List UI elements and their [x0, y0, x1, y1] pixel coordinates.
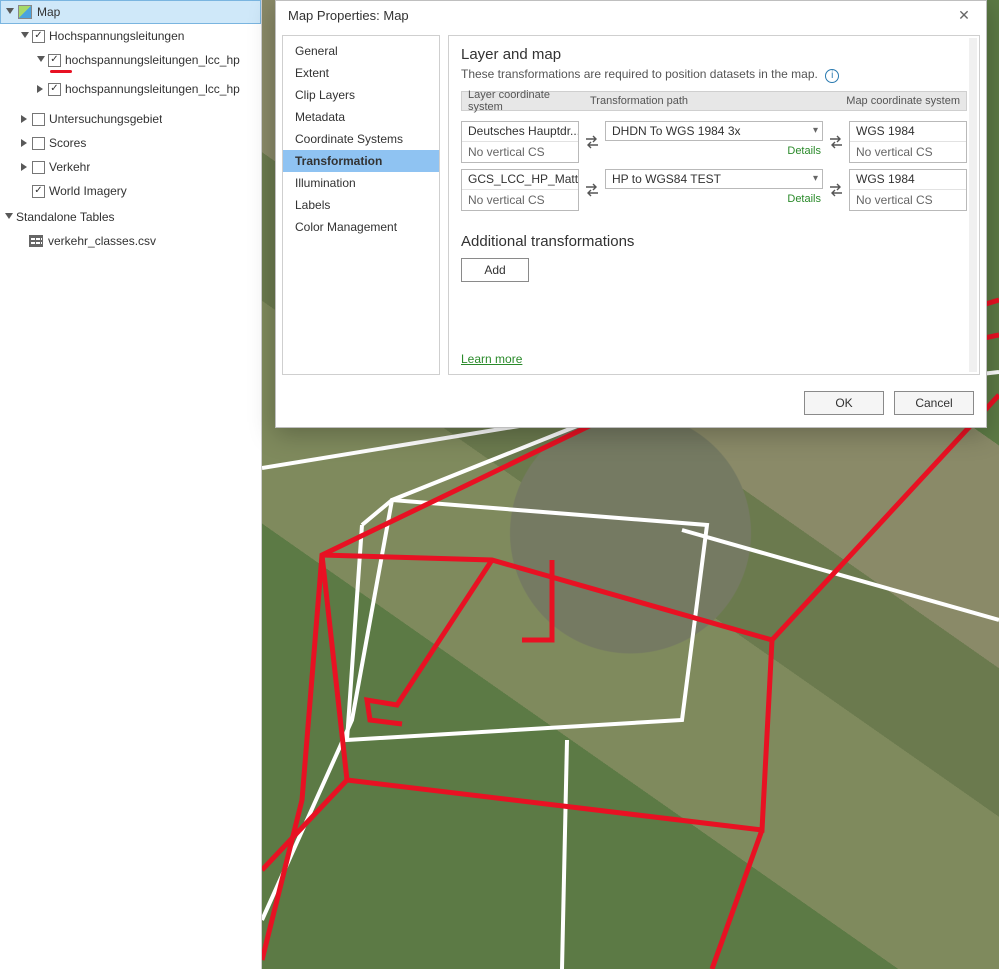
nav-item-clip-layers[interactable]: Clip Layers	[283, 84, 439, 106]
cancel-button[interactable]: Cancel	[894, 391, 974, 415]
map-icon	[17, 4, 33, 20]
col-header-layer: Layer coordinate system	[462, 89, 584, 113]
layer-label: Scores	[49, 136, 86, 150]
close-button[interactable]: ✕	[950, 4, 978, 26]
nav-item-general[interactable]: General	[283, 40, 439, 62]
dialog-content: Layer and map These transformations are …	[448, 35, 980, 375]
layer-label: hochspannungsleitungen_lcc_hp	[65, 53, 240, 67]
standalone-tables-label: Standalone Tables	[16, 210, 115, 224]
standalone-tables-header[interactable]: Standalone Tables	[0, 205, 261, 229]
nav-item-labels[interactable]: Labels	[283, 194, 439, 216]
caret-down-icon[interactable]	[20, 31, 30, 41]
transformation-path-select[interactable]: DHDN To WGS 1984 3x▾	[605, 121, 823, 141]
visibility-checkbox[interactable]	[48, 54, 61, 67]
close-icon: ✕	[958, 7, 970, 24]
layer-label: World Imagery	[49, 184, 127, 198]
layer-cs-name: Deutsches Hauptdr...	[462, 122, 578, 142]
transformation-path-select[interactable]: HP to WGS84 TEST▾	[605, 169, 823, 189]
transformation-row: Deutsches Hauptdr...No vertical CSDHDN T…	[461, 121, 967, 163]
visibility-checkbox[interactable]	[32, 185, 45, 198]
scrollbar[interactable]	[969, 38, 977, 372]
layer-vert-cs: No vertical CS	[462, 142, 578, 162]
dialog-button-row: OK Cancel	[276, 381, 986, 427]
layer-symbology-line	[50, 70, 72, 73]
chevron-down-icon: ▾	[813, 125, 818, 136]
layer-label: Hochspannungsleitungen	[49, 29, 184, 43]
swap-icon[interactable]	[583, 121, 601, 163]
caret-right-icon[interactable]	[36, 84, 46, 94]
visibility-checkbox[interactable]	[48, 83, 61, 96]
layer-vert-cs: No vertical CS	[462, 190, 578, 210]
toc-layer-item[interactable]: Untersuchungsgebiet	[0, 107, 261, 131]
learn-more-link[interactable]: Learn more	[461, 352, 967, 366]
caret-down-icon	[4, 212, 14, 222]
swap-icon[interactable]	[583, 169, 601, 211]
section-title: Layer and map	[461, 46, 967, 63]
toc-layer-item[interactable]: Hochspannungsleitungen	[0, 24, 261, 48]
visibility-checkbox[interactable]	[32, 30, 45, 43]
map-cs-name: WGS 1984	[850, 170, 966, 190]
details-cell: Details	[605, 141, 823, 161]
layer-label: hochspannungsleitungen_lcc_hp	[65, 82, 240, 96]
caret-spacer	[20, 186, 30, 196]
nav-item-coordinate-systems[interactable]: Coordinate Systems	[283, 128, 439, 150]
dialog-title: Map Properties: Map	[288, 8, 409, 23]
dialog-nav: GeneralExtentClip LayersMetadataCoordina…	[282, 35, 440, 375]
details-cell: Details	[605, 189, 823, 209]
map-properties-dialog: Map Properties: Map ✕ GeneralExtentClip …	[275, 0, 987, 428]
map-cs-cell: WGS 1984No vertical CS	[849, 121, 967, 163]
transform-table-header: Layer coordinate system Transformation p…	[461, 91, 967, 111]
table-icon	[28, 233, 44, 249]
toc-root-label: Map	[37, 5, 60, 19]
info-icon[interactable]: i	[825, 69, 839, 83]
col-header-path: Transformation path	[584, 95, 840, 107]
caret-down-icon	[5, 7, 15, 17]
toc-root-map[interactable]: Map	[0, 0, 261, 24]
visibility-checkbox[interactable]	[32, 161, 45, 174]
nav-item-metadata[interactable]: Metadata	[283, 106, 439, 128]
map-vert-cs: No vertical CS	[850, 190, 966, 210]
caret-right-icon[interactable]	[20, 138, 30, 148]
layer-cs-cell: Deutsches Hauptdr...No vertical CS	[461, 121, 579, 163]
visibility-checkbox[interactable]	[32, 113, 45, 126]
layer-label: Untersuchungsgebiet	[49, 112, 162, 126]
toc-layer-item[interactable]: hochspannungsleitungen_lcc_hp	[0, 77, 261, 101]
transformation-row: GCS_LCC_HP_Matt...No vertical CSHP to WG…	[461, 169, 967, 211]
table-label: verkehr_classes.csv	[48, 234, 156, 248]
caret-down-icon[interactable]	[36, 55, 46, 65]
layer-cs-cell: GCS_LCC_HP_Matt...No vertical CS	[461, 169, 579, 211]
table-item[interactable]: verkehr_classes.csv	[0, 229, 261, 253]
contents-pane: Map Hochspannungsleitungen hochspannungsl…	[0, 0, 262, 969]
layer-label: Verkehr	[49, 160, 90, 174]
chevron-down-icon: ▾	[813, 173, 818, 184]
details-link[interactable]: Details	[787, 145, 821, 157]
section-sub: These transformations are required to po…	[461, 67, 967, 83]
col-header-map: Map coordinate system	[840, 95, 966, 107]
swap-icon[interactable]	[827, 121, 845, 163]
nav-item-color-management[interactable]: Color Management	[283, 216, 439, 238]
ok-button[interactable]: OK	[804, 391, 884, 415]
caret-right-icon[interactable]	[20, 114, 30, 124]
map-vert-cs: No vertical CS	[850, 142, 966, 162]
map-cs-name: WGS 1984	[850, 122, 966, 142]
layer-cs-name: GCS_LCC_HP_Matt...	[462, 170, 578, 190]
additional-title: Additional transformations	[461, 233, 967, 250]
add-button[interactable]: Add	[461, 258, 529, 282]
caret-right-icon[interactable]	[20, 162, 30, 172]
toc-layer-item[interactable]: Scores	[0, 131, 261, 155]
visibility-checkbox[interactable]	[32, 137, 45, 150]
dialog-titlebar[interactable]: Map Properties: Map ✕	[276, 1, 986, 29]
nav-item-extent[interactable]: Extent	[283, 62, 439, 84]
details-link[interactable]: Details	[787, 193, 821, 205]
nav-item-illumination[interactable]: Illumination	[283, 172, 439, 194]
nav-item-transformation[interactable]: Transformation	[283, 150, 439, 172]
toc-layer-item[interactable]: Verkehr	[0, 155, 261, 179]
swap-icon[interactable]	[827, 169, 845, 211]
map-cs-cell: WGS 1984No vertical CS	[849, 169, 967, 211]
toc-layer-item[interactable]: World Imagery	[0, 179, 261, 203]
toc-layer-item[interactable]: hochspannungsleitungen_lcc_hp	[0, 48, 261, 72]
